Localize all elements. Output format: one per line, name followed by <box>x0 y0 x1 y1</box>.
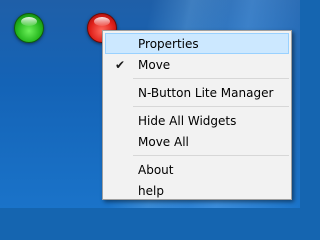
menu-item-properties[interactable]: Properties <box>105 33 289 54</box>
menu-item-move[interactable]: ✔ Move <box>105 54 289 75</box>
menu-separator <box>133 155 289 156</box>
green-widget-button[interactable] <box>14 13 44 43</box>
widget-shine <box>94 17 110 26</box>
menu-item-label: Move <box>138 58 171 72</box>
context-menu: Properties ✔ Move N-Button Lite Manager … <box>102 30 292 200</box>
menu-item-n-button-lite-manager[interactable]: N-Button Lite Manager <box>105 82 289 103</box>
menu-item-hide-all-widgets[interactable]: Hide All Widgets <box>105 110 289 131</box>
widget-shine <box>21 17 37 26</box>
menu-item-label: About <box>138 163 174 177</box>
menu-item-about[interactable]: About <box>105 159 289 180</box>
menu-item-move-all[interactable]: Move All <box>105 131 289 152</box>
menu-separator <box>133 78 289 79</box>
menu-item-label: help <box>138 184 164 198</box>
checkmark-icon: ✔ <box>115 58 126 72</box>
menu-item-label: Hide All Widgets <box>138 114 237 128</box>
menu-item-help[interactable]: help <box>105 180 289 201</box>
menu-separator <box>133 106 289 107</box>
menu-item-label: Move All <box>138 135 189 149</box>
menu-item-label: N-Button Lite Manager <box>138 86 274 100</box>
menu-item-label: Properties <box>138 37 199 51</box>
